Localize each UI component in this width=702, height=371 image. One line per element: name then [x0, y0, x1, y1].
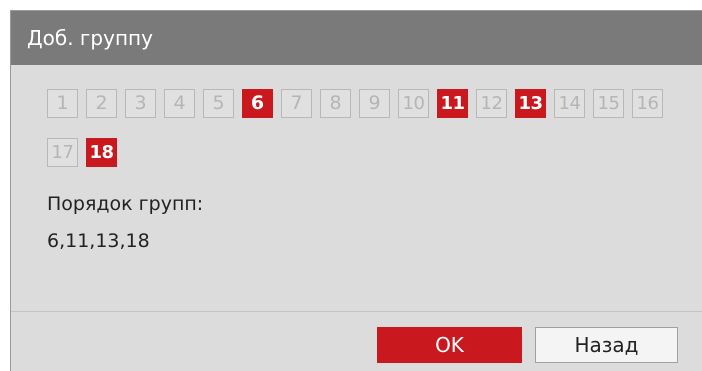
channel-button-13[interactable]: 13 — [515, 89, 546, 118]
channel-button-3[interactable]: 3 — [125, 89, 156, 118]
channel-button-15[interactable]: 15 — [593, 89, 624, 118]
channel-button-14[interactable]: 14 — [554, 89, 585, 118]
group-order-value: 6,11,13,18 — [47, 230, 150, 252]
channel-button-12[interactable]: 12 — [476, 89, 507, 118]
group-order-label: Порядок групп: — [47, 193, 204, 215]
channel-button-9[interactable]: 9 — [359, 89, 390, 118]
channel-button-18[interactable]: 18 — [86, 138, 117, 167]
footer-divider — [11, 311, 702, 312]
back-button[interactable]: Назад — [535, 327, 678, 363]
channel-button-6[interactable]: 6 — [242, 89, 273, 118]
add-group-dialog: Доб. группу 1 2 3 4 5 6 7 8 9 10 11 12 13 14 15 16 17 18… — [10, 10, 702, 371]
dialog-title: Доб. группу — [11, 11, 702, 65]
channel-button-8[interactable]: 8 — [320, 89, 351, 118]
channel-button-16[interactable]: 16 — [632, 89, 663, 118]
channel-button-10[interactable]: 10 — [398, 89, 429, 118]
ok-button[interactable]: OK — [377, 327, 522, 363]
channel-button-17[interactable]: 17 — [47, 138, 78, 167]
channel-button-7[interactable]: 7 — [281, 89, 312, 118]
channel-button-4[interactable]: 4 — [164, 89, 195, 118]
channel-row-1: 1 2 3 4 5 6 7 8 9 10 11 12 13 14 15 16 — [47, 89, 687, 118]
channel-selector: 1 2 3 4 5 6 7 8 9 10 11 12 13 14 15 16 17 18 — [47, 89, 687, 167]
channel-button-1[interactable]: 1 — [47, 89, 78, 118]
channel-button-2[interactable]: 2 — [86, 89, 117, 118]
channel-button-5[interactable]: 5 — [203, 89, 234, 118]
channel-row-2: 17 18 — [47, 138, 687, 167]
channel-button-11[interactable]: 11 — [437, 89, 468, 118]
